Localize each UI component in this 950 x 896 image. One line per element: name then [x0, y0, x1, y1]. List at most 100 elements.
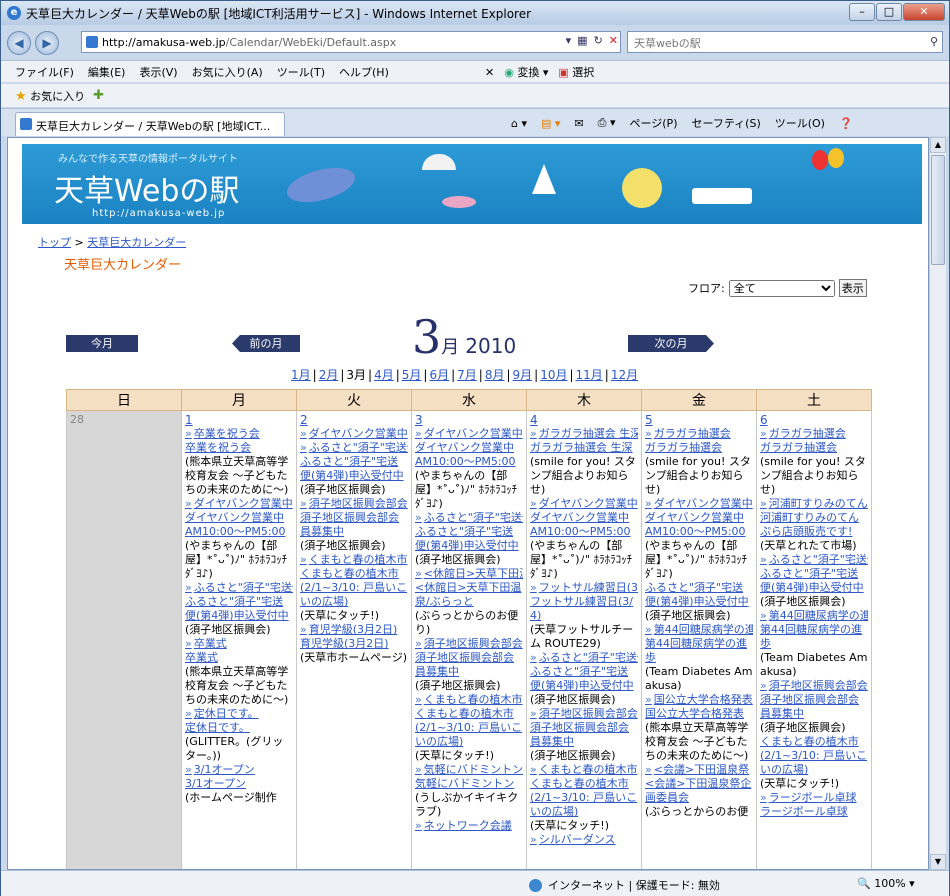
event-link[interactable]: シルバーダンス	[530, 833, 638, 847]
scroll-down-arrow[interactable]: ▼	[930, 854, 946, 870]
event-title-link[interactable]: くまもと春の植木市(2/1~3/10: 戸島いこいの広場)	[760, 735, 868, 777]
event-link[interactable]: くまもと春の植木市	[530, 763, 638, 777]
event-link[interactable]: ふるさと"須子"宅送便	[530, 651, 638, 665]
event-title-link[interactable]: ふるさと"須子"宅送便(第4弾)申込受付中	[530, 665, 638, 693]
month-link[interactable]: 11月	[576, 368, 603, 382]
event-title-link[interactable]: 須子地区振興会部会員募集中	[300, 511, 408, 539]
event-link[interactable]: 須子地区振興会部会	[530, 707, 638, 721]
event-title-link[interactable]: ふるさと"須子"宅送便(第4弾)申込受付中	[645, 581, 753, 609]
event-title-link[interactable]: 卒業を祝う会	[185, 441, 293, 455]
prev-month-button[interactable]: 前の月	[232, 335, 300, 352]
event-link[interactable]: 気軽にバドミントン	[415, 763, 523, 777]
menu-favorites[interactable]: お気に入り(A)	[192, 64, 263, 80]
help-icon[interactable]: ❓	[839, 117, 853, 130]
month-link[interactable]: 2月	[319, 368, 339, 382]
event-link[interactable]: ダイヤバンク営業中	[645, 497, 753, 511]
refresh-icon[interactable]: ↻	[594, 34, 603, 47]
this-month-button[interactable]: 今月	[66, 335, 138, 352]
event-link[interactable]: 河浦町すりみのてんぷら	[760, 497, 868, 511]
home-icon[interactable]: ⌂ ▾	[511, 117, 527, 130]
event-title-link[interactable]: ふるさと"須子"宅送便(第4弾)申込受付中	[760, 567, 868, 595]
select-button[interactable]: ▣ 選択	[558, 64, 594, 80]
event-link[interactable]: 国公立大学合格発表	[645, 693, 753, 707]
event-title-link[interactable]: 定休日です。	[185, 721, 293, 735]
event-title-link[interactable]: <休館日>天草下田温泉/ぶらっと	[415, 581, 523, 609]
page-menu[interactable]: ページ(P)	[629, 115, 677, 131]
event-link[interactable]: ふるさと"須子"宅送便	[185, 581, 293, 595]
event-title-link[interactable]: ダイヤバンク営業中 AM10:00～PM5:00	[185, 511, 293, 539]
event-title-link[interactable]: 3/1オープン	[185, 777, 293, 791]
compat-icon[interactable]: ▦	[577, 34, 587, 47]
month-link[interactable]: 7月	[457, 368, 477, 382]
feeds-icon[interactable]: ▤ ▾	[541, 117, 560, 130]
event-link[interactable]: ダイヤバンク営業中	[185, 497, 293, 511]
site-banner[interactable]: みんなで作る天草の情報ポータルサイト 天草Webの駅 http://amakus…	[22, 144, 922, 224]
month-link[interactable]: 9月	[513, 368, 533, 382]
event-link[interactable]: <休館日>天草下田温泉	[415, 567, 523, 581]
event-title-link[interactable]: 須子地区振興会部会員募集中	[530, 721, 638, 749]
event-title-link[interactable]: 育児学級(3月2日)	[300, 637, 408, 651]
breadcrumb-current-link[interactable]: 天草巨大カレンダー	[87, 236, 186, 249]
month-link[interactable]: 12月	[611, 368, 638, 382]
month-link[interactable]: 6月	[429, 368, 449, 382]
mail-icon[interactable]: ✉	[574, 117, 583, 130]
show-button[interactable]: 表示	[838, 279, 867, 297]
breadcrumb-top-link[interactable]: トップ	[38, 236, 71, 249]
month-link[interactable]: 10月	[540, 368, 567, 382]
menu-view[interactable]: 表示(V)	[139, 64, 177, 80]
event-link[interactable]: 3/1オープン	[185, 763, 293, 777]
event-title-link[interactable]: 第44回糖尿病学の進歩	[760, 623, 868, 651]
dropdown-icon[interactable]: ▾	[566, 34, 572, 47]
event-link[interactable]: 須子地区振興会部会	[300, 497, 408, 511]
event-title-link[interactable]: くまもと春の植木市(2/1~3/10: 戸島いこいの広場)	[530, 777, 638, 819]
zoom-control[interactable]: 🔍 100% ▾	[857, 877, 915, 890]
month-link[interactable]: 8月	[485, 368, 505, 382]
event-link[interactable]: ダイヤバンク営業中	[530, 497, 638, 511]
event-link[interactable]: くまもと春の植木市	[415, 693, 523, 707]
event-title-link[interactable]: ふるさと"須子"宅送便(第4弾)申込受付中	[185, 595, 293, 623]
event-title-link[interactable]: ラージボール卓球	[760, 805, 868, 819]
event-link[interactable]: 第44回糖尿病学の進歩	[760, 609, 868, 623]
print-icon[interactable]: ⎙ ▾	[598, 116, 616, 130]
stop-icon[interactable]: ✕	[609, 34, 618, 47]
month-link[interactable]: 5月	[402, 368, 422, 382]
search-icon[interactable]: ⚲	[930, 35, 938, 48]
event-link[interactable]: 卒業を祝う会	[185, 427, 293, 441]
event-link[interactable]: ガラガラ抽選会 生深	[530, 427, 638, 441]
event-link[interactable]: 第44回糖尿病学の進歩	[645, 623, 753, 637]
scroll-up-arrow[interactable]: ▲	[930, 137, 946, 153]
event-link[interactable]: 育児学級(3月2日)	[300, 623, 408, 637]
event-link[interactable]: 須子地区振興会部会	[760, 679, 868, 693]
event-link[interactable]: くまもと春の植木市	[300, 553, 408, 567]
add-favorite-icon[interactable]: ✚	[93, 88, 104, 103]
minimize-button[interactable]: –	[849, 3, 875, 21]
event-link[interactable]: ふるさと"須子"宅送便	[760, 553, 868, 567]
event-title-link[interactable]: 卒業式	[185, 651, 293, 665]
address-bar[interactable]: http://amakusa-web.jp/Calendar/WebEki/De…	[81, 31, 621, 53]
safety-menu[interactable]: セーフティ(S)	[691, 115, 760, 131]
event-title-link[interactable]: 気軽にバドミントン	[415, 777, 523, 791]
event-link[interactable]: ガラガラ抽選会	[760, 427, 868, 441]
event-title-link[interactable]: 河浦町すりみのてんぷら店頭販売です!	[760, 511, 868, 539]
event-title-link[interactable]: 須子地区振興会部会員募集中	[760, 693, 868, 721]
scroll-thumb[interactable]	[931, 155, 945, 265]
day-number[interactable]: 1	[185, 413, 193, 427]
security-zone[interactable]: インターネット | 保護モード: 無効	[529, 877, 720, 893]
event-title-link[interactable]: <会議>下田温泉祭企画委員会	[645, 777, 753, 805]
event-title-link[interactable]: ダイヤバンク営業中 AM10:00～PM5:00	[645, 511, 753, 539]
month-link[interactable]: 1月	[291, 368, 311, 382]
month-link[interactable]: 4月	[374, 368, 394, 382]
favorites-button[interactable]: ★ お気に入り	[15, 88, 85, 104]
tools-menu[interactable]: ツール(O)	[775, 115, 825, 131]
tab-calendar[interactable]: 天草巨大カレンダー / 天草Webの駅 [地域ICT...	[15, 112, 285, 136]
event-link[interactable]: ガラガラ抽選会	[645, 427, 753, 441]
event-title-link[interactable]: くまもと春の植木市(2/1~3/10: 戸島いこいの広場)	[300, 567, 408, 609]
back-button[interactable]: ◀	[7, 31, 31, 55]
event-title-link[interactable]: ふるさと"須子"宅送便(第4弾)申込受付中	[415, 525, 523, 553]
menu-tools[interactable]: ツール(T)	[277, 64, 325, 80]
event-title-link[interactable]: ふるさと"須子"宅送便(第4弾)申込受付中	[300, 455, 408, 483]
event-title-link[interactable]: ダイヤバンク営業中 AM10:00～PM5:00	[530, 511, 638, 539]
next-month-button[interactable]: 次の月	[628, 335, 714, 352]
event-link[interactable]: フットサル練習日(3/4)	[530, 581, 638, 595]
event-title-link[interactable]: 第44回糖尿病学の進歩	[645, 637, 753, 665]
